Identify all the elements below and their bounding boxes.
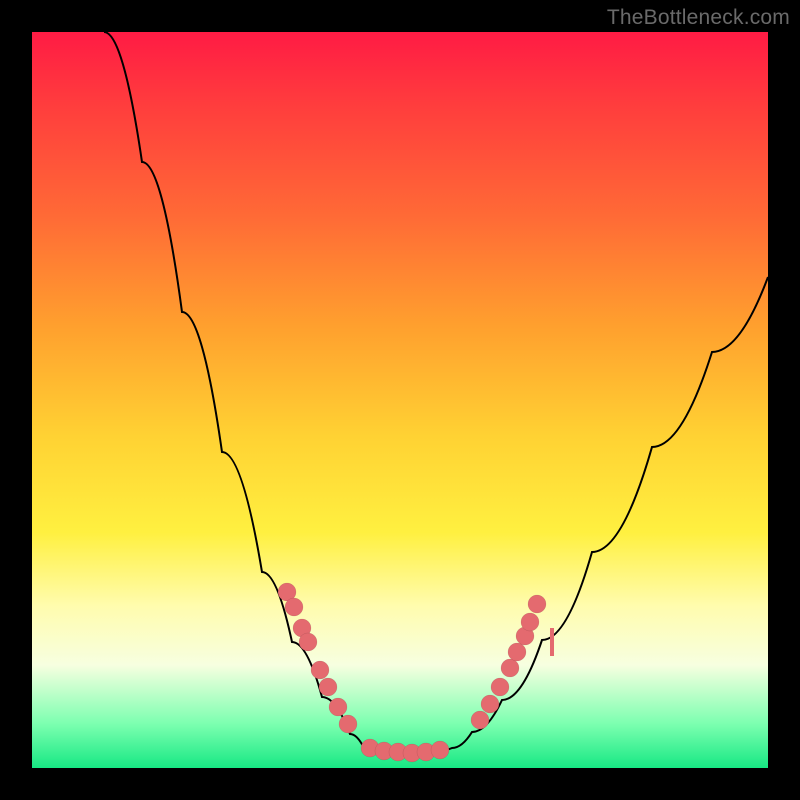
data-dot: [311, 661, 329, 679]
chart-plot-area: [32, 32, 768, 768]
data-dot: [431, 741, 449, 759]
data-dot: [521, 613, 539, 631]
data-dot: [508, 643, 526, 661]
data-dot: [285, 598, 303, 616]
data-dot: [329, 698, 347, 716]
data-dot: [491, 678, 509, 696]
data-dot: [501, 659, 519, 677]
data-dot: [319, 678, 337, 696]
outlier-mark: [550, 628, 554, 656]
watermark-text: TheBottleneck.com: [607, 6, 790, 30]
dots-bottom-flat: [361, 739, 449, 762]
data-dot: [481, 695, 499, 713]
chart-svg: [32, 32, 768, 768]
right-outlier: [550, 628, 554, 656]
data-dot: [339, 715, 357, 733]
data-dot: [471, 711, 489, 729]
data-dot: [528, 595, 546, 613]
data-dot: [299, 633, 317, 651]
bottleneck-curve: [104, 32, 768, 754]
dots-left-cluster: [278, 583, 357, 733]
